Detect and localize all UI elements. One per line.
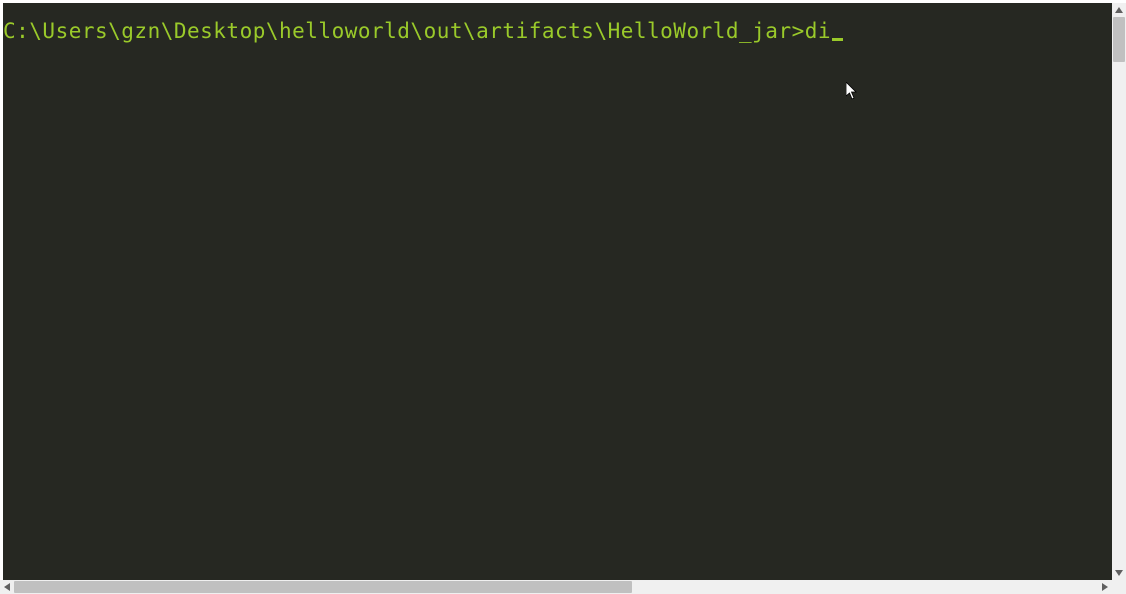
scroll-left-arrow-icon[interactable] <box>0 580 14 594</box>
horizontal-scroll-thumb[interactable] <box>14 581 632 593</box>
scroll-down-arrow-icon[interactable] <box>1112 566 1126 580</box>
scroll-up-arrow-icon[interactable] <box>1112 3 1126 17</box>
terminal-line: C:\Users\gzn\Desktop\helloworld\out\arti… <box>3 3 1112 43</box>
horizontal-scrollbar[interactable] <box>0 580 1112 594</box>
vertical-scrollbar[interactable] <box>1112 3 1126 580</box>
terminal-cursor <box>832 38 843 41</box>
terminal-window[interactable]: C:\Users\gzn\Desktop\helloworld\out\arti… <box>3 3 1112 580</box>
vertical-scroll-thumb[interactable] <box>1113 17 1125 62</box>
scrollbar-corner <box>1112 580 1126 594</box>
terminal-command: di <box>805 19 831 43</box>
terminal-prompt: C:\Users\gzn\Desktop\helloworld\out\arti… <box>3 19 805 43</box>
scroll-right-arrow-icon[interactable] <box>1098 580 1112 594</box>
